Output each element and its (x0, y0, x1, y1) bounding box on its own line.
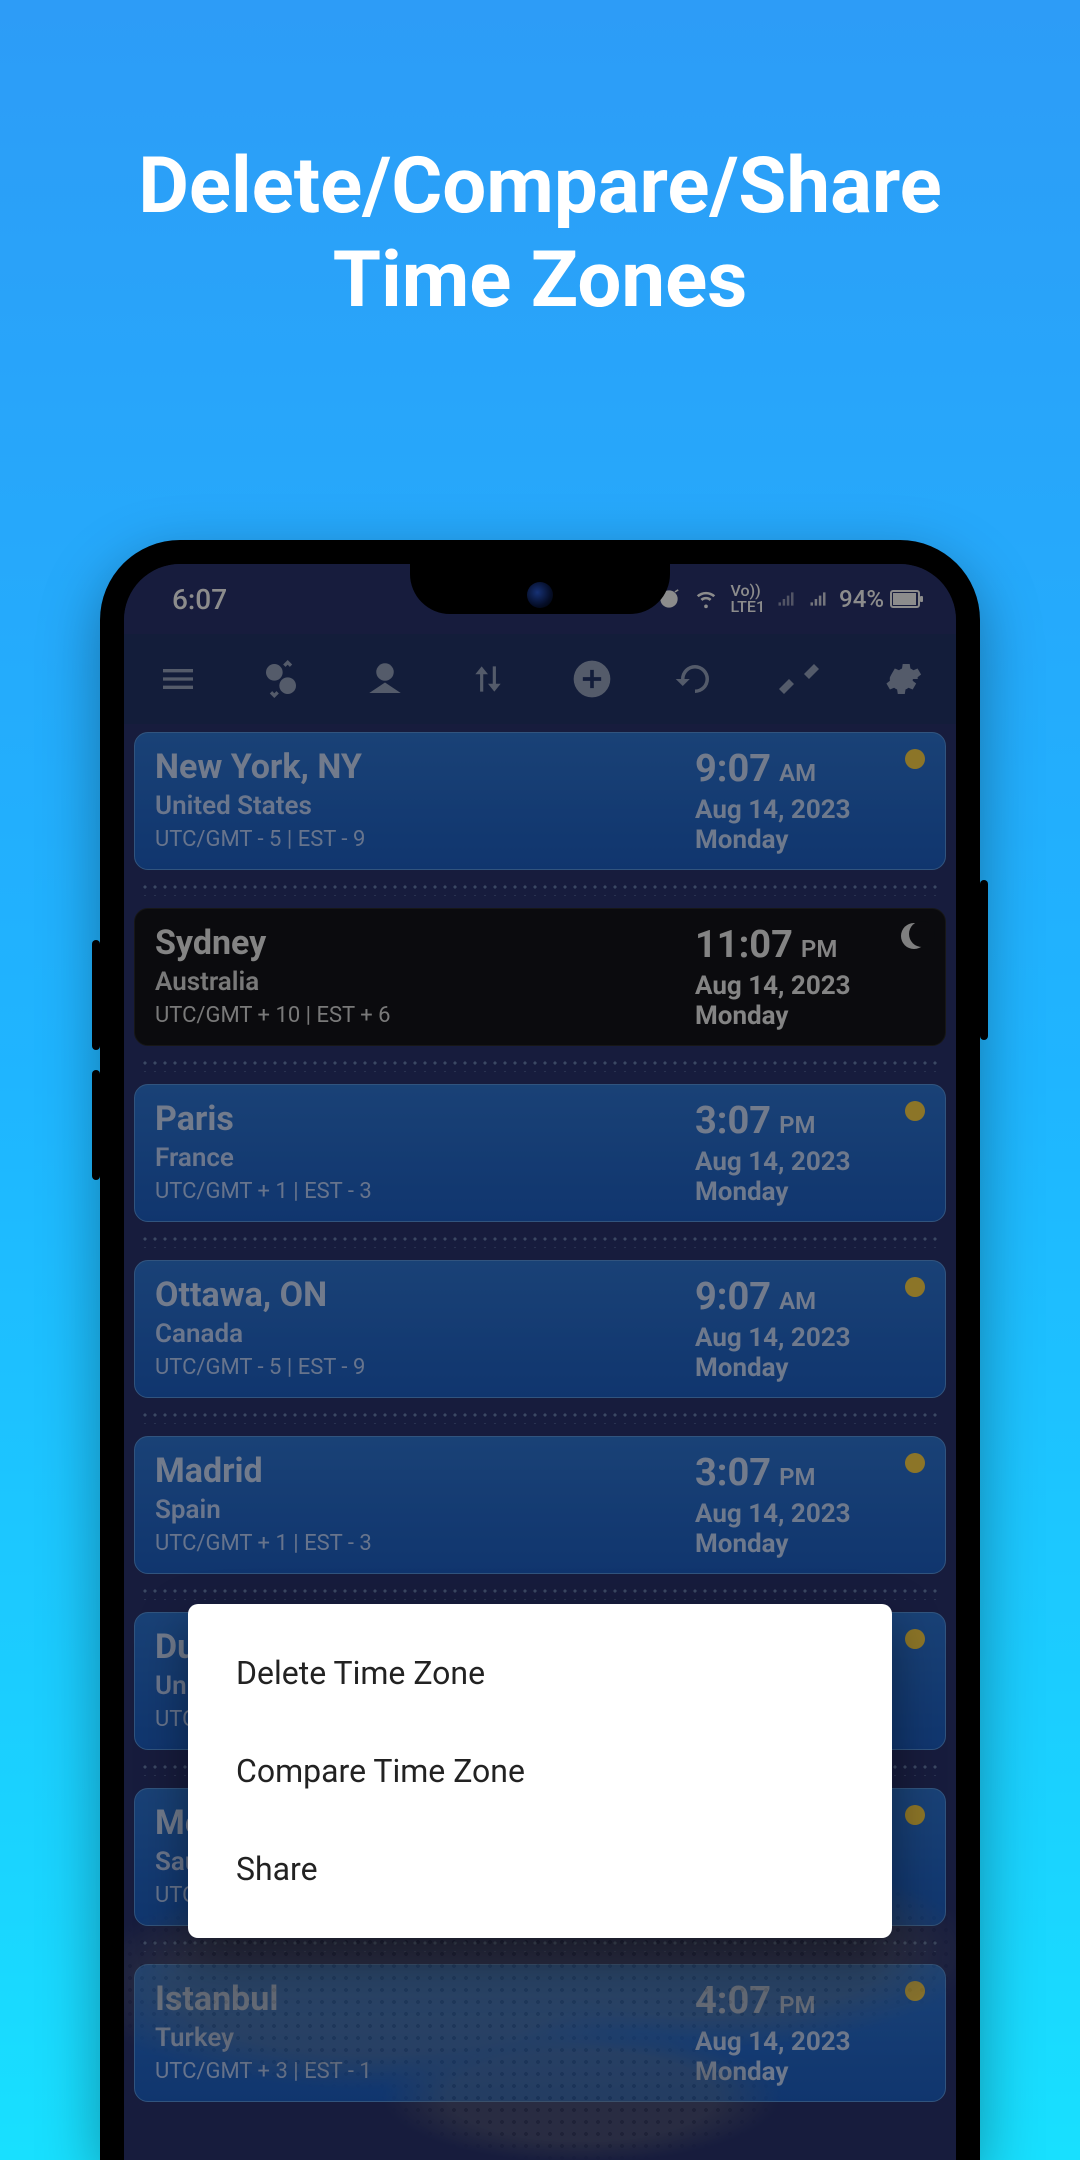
volume-down-button (92, 1070, 100, 1180)
phone-screen: 6:07 Vo)) LTE1 94% (124, 564, 956, 2160)
promo-title: Delete/Compare/Share Time Zones (0, 0, 1080, 327)
menu-item-share[interactable]: Share (188, 1820, 892, 1918)
menu-item-delete[interactable]: Delete Time Zone (188, 1624, 892, 1722)
promo-line1: Delete/Compare/Share (0, 140, 1080, 234)
power-button (980, 880, 988, 1040)
menu-item-compare[interactable]: Compare Time Zone (188, 1722, 892, 1820)
phone-frame: 6:07 Vo)) LTE1 94% (100, 540, 980, 2160)
volume-up-button (92, 940, 100, 1050)
promo-line2: Time Zones (0, 234, 1080, 328)
context-menu: Delete Time Zone Compare Time Zone Share (188, 1604, 892, 1938)
